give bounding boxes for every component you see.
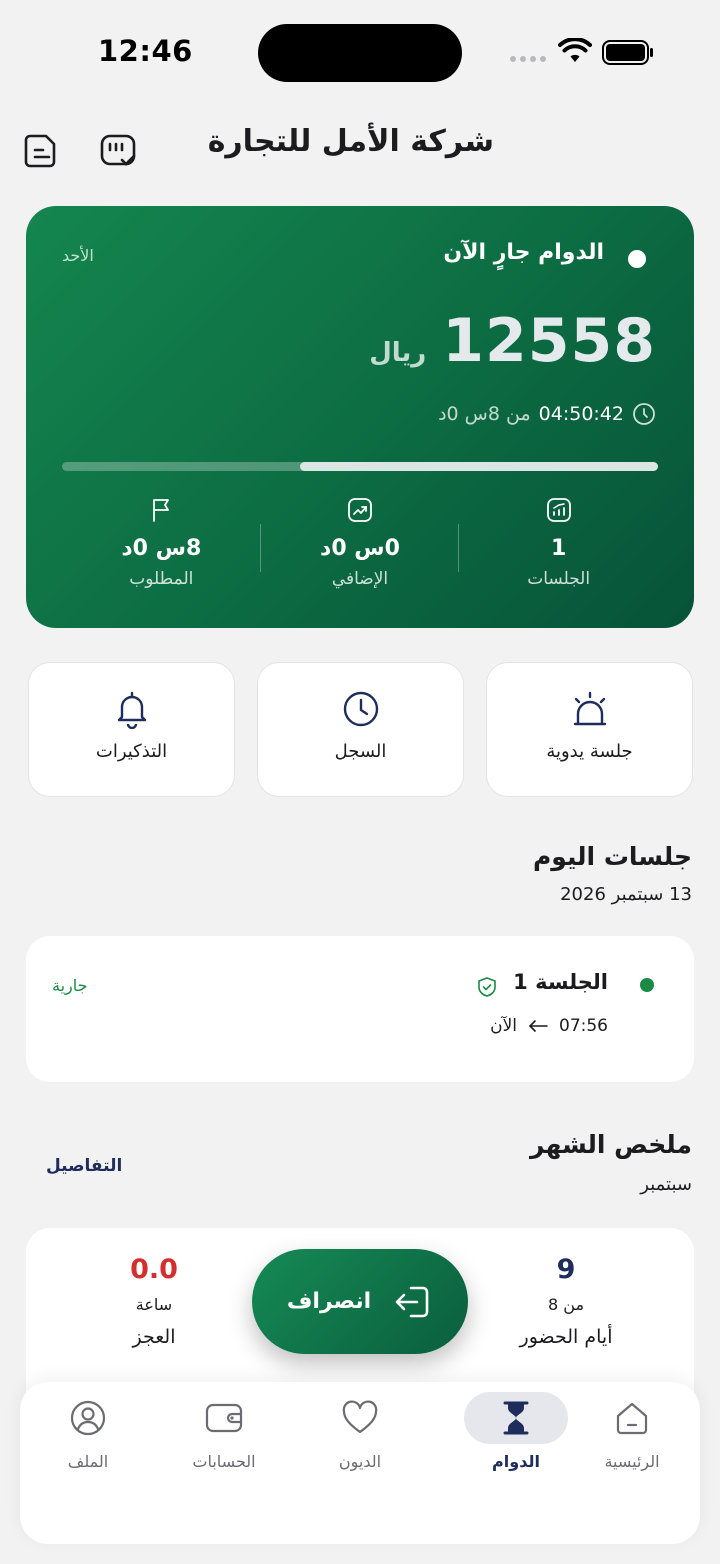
- bell-icon: [117, 691, 146, 729]
- session-start: 07:56: [559, 1016, 608, 1036]
- session-live-dot: [640, 978, 654, 992]
- stat-value: 0س 0د: [320, 536, 400, 561]
- tab-home[interactable]: الرئيسية: [572, 1382, 692, 1471]
- user-icon: [70, 1400, 106, 1436]
- session-times: 07:56 الآن: [490, 1016, 608, 1036]
- tab-label: الديون: [338, 1452, 382, 1471]
- quick-action-label: التذكيرات: [95, 741, 168, 762]
- shift-stats: 1 الجلسات 0س 0د الإضافي 8س 0د المطلوب: [62, 496, 658, 596]
- wifi-icon: [558, 38, 592, 62]
- live-indicator: [628, 250, 646, 268]
- session-name: الجلسة 1: [513, 970, 608, 994]
- current-shift-card: الدوام جارٍ الآن الأحد ريال 12558 04:50:…: [26, 206, 694, 628]
- checkout-label: انصراف: [286, 1289, 372, 1314]
- shift-day: الأحد: [62, 246, 94, 265]
- stat-label: الجلسات: [527, 569, 591, 589]
- tab-label: الدوام: [492, 1452, 540, 1471]
- required-time: من 8س 0د: [438, 403, 531, 425]
- tab-debts[interactable]: الديون: [300, 1382, 420, 1471]
- history-button[interactable]: السجل: [257, 662, 464, 797]
- status-time: 12:46: [98, 34, 193, 68]
- stat-overtime: 0س 0د الإضافي: [261, 496, 460, 596]
- today-date: 13 سبتمبر 2026: [560, 884, 692, 905]
- shift-progress-bar: [62, 462, 658, 471]
- trend-icon: [348, 498, 372, 522]
- details-link[interactable]: التفاصيل: [46, 1156, 122, 1176]
- stat-value: 1: [551, 536, 567, 561]
- heart-icon: [342, 1400, 378, 1434]
- tab-shift[interactable]: الدوام: [456, 1382, 576, 1471]
- quick-action-label: السجل: [334, 741, 387, 762]
- battery-icon: [602, 40, 653, 65]
- checkout-button[interactable]: انصراف: [252, 1249, 468, 1354]
- today-sessions-title: جلسات اليوم: [532, 842, 692, 871]
- tab-label: الحسابات: [192, 1452, 256, 1471]
- dynamic-island: [258, 24, 462, 82]
- status-bar: 12:46: [0, 0, 720, 100]
- wallet-icon: [205, 1403, 243, 1433]
- attendance-label: أيام الحضور: [519, 1326, 613, 1348]
- deficit-value: 0.0: [130, 1254, 178, 1285]
- shift-status: الدوام جارٍ الآن: [443, 240, 604, 265]
- deficit-label: العجز: [132, 1326, 176, 1348]
- quick-action-label: جلسة يدوية: [546, 741, 633, 762]
- clock-icon: [343, 691, 378, 727]
- alarm-light-icon: [573, 691, 606, 726]
- tab-profile[interactable]: الملف: [28, 1382, 148, 1471]
- arrow-left-icon: [528, 1020, 548, 1032]
- earnings-value: 12558: [442, 306, 656, 376]
- attendance-sub: من 8: [547, 1295, 585, 1314]
- month-summary-title: ملخص الشهر: [530, 1130, 692, 1159]
- bottom-tab-bar: الرئيسية الدوام الديون الحسابات الملف: [20, 1382, 700, 1544]
- report-icon[interactable]: [22, 130, 62, 170]
- session-status: جارية: [52, 976, 88, 995]
- clock-icon: [633, 403, 655, 425]
- earnings-currency: ريال: [369, 338, 427, 368]
- stat-required: 8س 0د المطلوب: [62, 496, 261, 596]
- logout-icon: [395, 1286, 429, 1317]
- manual-session-button[interactable]: جلسة يدوية: [486, 662, 693, 797]
- session-end: الآن: [490, 1016, 517, 1036]
- elapsed-row: 04:50:42 من 8س 0د: [438, 402, 656, 426]
- page-title: شركة الأمل للتجارة: [207, 124, 494, 159]
- app-header: شركة الأمل للتجارة: [0, 118, 720, 178]
- deficit-sub: ساعة: [135, 1295, 173, 1314]
- stat-sessions: 1 الجلسات: [459, 496, 658, 596]
- attendance-value: 9: [556, 1254, 576, 1285]
- stat-value: 8س 0د: [121, 536, 202, 561]
- deficit-hours: 0.0 ساعة العجز: [44, 1228, 264, 1348]
- hourglass-icon: [503, 1401, 529, 1435]
- tab-label: الملف: [67, 1452, 109, 1471]
- flag-icon: [153, 499, 170, 522]
- home-icon: [616, 1402, 648, 1435]
- attendance-check-icon[interactable]: [98, 130, 138, 170]
- earnings-row: ريال 12558: [369, 306, 656, 376]
- month-name: سبتمبر: [640, 1174, 692, 1195]
- stat-label: المطلوب: [129, 569, 194, 589]
- attendance-days: 9 من 8 أيام الحضور: [456, 1228, 676, 1348]
- session-card[interactable]: الجلسة 1 جارية 07:56 الآن: [26, 936, 694, 1082]
- reminders-button[interactable]: التذكيرات: [28, 662, 235, 797]
- chart-icon: [546, 498, 571, 522]
- tab-accounts[interactable]: الحسابات: [164, 1382, 284, 1471]
- signal-icon: [510, 56, 546, 62]
- stat-label: الإضافي: [331, 569, 389, 589]
- tab-label: الرئيسية: [604, 1452, 660, 1471]
- shield-check-icon: [478, 977, 496, 997]
- elapsed-time: 04:50:42: [538, 403, 624, 425]
- shift-progress-fill: [300, 462, 658, 471]
